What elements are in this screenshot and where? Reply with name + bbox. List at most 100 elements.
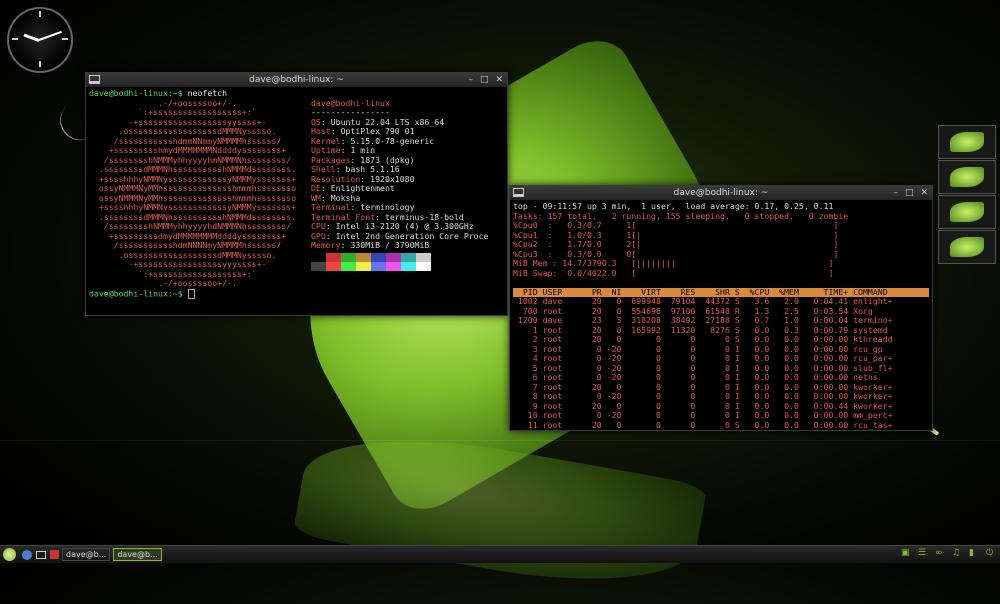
info-value: bash 5.1.16	[345, 164, 400, 174]
process-row[interactable]: 11 root 20 0 0 0 0 S 0.0 0.0 0:00.00 rcu…	[513, 420, 929, 431]
terminal-window-top[interactable]: dave@bodhi-linux: ~ – □ ✕ top - 09:11:57…	[509, 185, 933, 431]
taskbar-item-label: dave@b...	[66, 550, 107, 559]
desktop-pager-2[interactable]	[938, 160, 996, 194]
info-key: WM	[311, 192, 321, 203]
info-colon: :	[320, 116, 331, 127]
clock-tick	[39, 61, 41, 67]
color-swatch	[416, 252, 431, 262]
window-title: dave@bodhi-linux: ~	[249, 75, 344, 85]
info-value: Enlightenment	[330, 183, 395, 193]
terminal-window-neofetch[interactable]: dave@bodhi-linux: ~ – □ ✕ dave@bodhi-lin…	[85, 72, 508, 316]
desktop-pager-1[interactable]	[938, 125, 996, 159]
color-swatch	[341, 261, 356, 271]
terminal-content[interactable]: dave@bodhi-linux:~$ neofetch .-/+oosssso…	[86, 87, 507, 301]
close-icon[interactable]: ✕	[920, 186, 928, 200]
desktop-thumbnail	[950, 132, 984, 152]
info-user-host: dave@bodhi-linux	[311, 97, 390, 108]
taskbar-item-window[interactable]: dave@b...	[113, 548, 162, 561]
info-key: Terminal	[311, 202, 351, 212]
terminal-icon	[513, 188, 524, 197]
info-key: Terminal Font	[311, 211, 376, 222]
info-key: Host	[311, 126, 331, 136]
info-value: terminus-18-bold	[384, 211, 464, 222]
clock-hour-hand	[23, 33, 40, 42]
taskbar-item-label: dave@b...	[117, 550, 158, 559]
info-value: terminology	[360, 202, 415, 212]
color-swatch	[401, 261, 416, 271]
bodhi-menu-icon[interactable]	[3, 548, 16, 561]
color-swatch	[356, 252, 371, 262]
browser-icon[interactable]	[22, 549, 32, 560]
color-swatch	[356, 261, 371, 271]
info-value: Intel i3-2120 (4) @ 3.300GHz	[335, 221, 474, 231]
info-colon: :	[325, 230, 336, 241]
maximize-icon[interactable]: □	[480, 73, 489, 87]
terminal-launcher-icon[interactable]	[36, 550, 46, 559]
color-swatch	[386, 261, 401, 271]
info-value: Ubuntu 22.04 LTS x86_64	[330, 116, 445, 127]
info-key: Memory	[311, 240, 341, 250]
color-swatch	[371, 261, 386, 271]
window-title: dave@bodhi-linux: ~	[673, 188, 769, 198]
info-colon: :	[360, 173, 371, 184]
desktop-pager-4[interactable]	[938, 230, 996, 264]
taskbar-item-window[interactable]: dave@b...	[62, 548, 111, 561]
color-swatch	[311, 252, 326, 262]
desktop-thumbnail	[950, 237, 984, 257]
color-swatch	[311, 261, 326, 271]
color-swatch	[326, 261, 341, 271]
clock-gadget[interactable]	[7, 7, 73, 73]
info-list: OS: Ubuntu 22.04 LTS x86_64 Host: OptiPle…	[311, 116, 501, 251]
info-colon: :	[320, 192, 331, 203]
battery-icon[interactable]: ▮	[969, 548, 979, 558]
color-palette	[311, 252, 501, 271]
desktop-thumbnail	[950, 202, 984, 222]
maximize-icon[interactable]: □	[905, 186, 914, 200]
color-swatch	[341, 252, 356, 262]
app-launcher-icon[interactable]	[50, 550, 59, 559]
info-colon: :	[340, 145, 351, 155]
info-value: 1873 (dpkg)	[360, 154, 415, 165]
volume-icon[interactable]: ♫	[952, 548, 962, 558]
info-value: 330MiB / 3790MiB	[350, 240, 430, 250]
info-colon: :	[375, 211, 385, 222]
network-icon[interactable]: ☰	[918, 548, 928, 558]
desktop-thumbnail	[950, 167, 984, 187]
info-key: Kernel	[311, 135, 341, 146]
terminal-icon	[89, 75, 100, 84]
text-cursor	[187, 288, 195, 299]
info-colon: :	[350, 154, 361, 165]
window-titlebar[interactable]: dave@bodhi-linux: ~ – □ ✕	[510, 186, 932, 200]
display-icon[interactable]: ▣	[901, 548, 911, 558]
info-key: Resolution	[311, 173, 361, 184]
desktop-pager-3[interactable]	[938, 195, 996, 229]
info-value: Moksha	[330, 192, 361, 203]
color-swatch	[371, 252, 386, 262]
info-colon: :	[330, 126, 341, 136]
info-key: Shell	[311, 164, 336, 174]
info-colon: :	[350, 202, 361, 212]
system-info: dave@bodhi-linux ---------------- OS: Ub…	[311, 97, 501, 289]
color-swatch	[326, 252, 341, 262]
info-value: 1 min	[350, 145, 376, 155]
window-titlebar[interactable]: dave@bodhi-linux: ~ – □ ✕	[86, 73, 507, 87]
taskbar: dave@b... dave@b... ▣ ☰ ∞ ♫ ▮ ⏻	[0, 545, 1000, 563]
attachment-icon[interactable]: ∞	[935, 548, 945, 558]
color-swatch	[416, 261, 431, 271]
info-value: 5.15.0-78-generic	[350, 135, 435, 146]
close-icon[interactable]: ✕	[495, 73, 503, 87]
minimize-icon[interactable]: –	[468, 73, 473, 87]
info-key: Uptime	[311, 145, 341, 155]
info-value: 1920x1080	[370, 173, 415, 184]
info-key: OS	[311, 116, 321, 127]
color-swatch	[401, 252, 416, 262]
power-icon[interactable]: ⏻	[986, 548, 996, 558]
system-tray: ▣ ☰ ∞ ♫ ▮ ⏻	[901, 548, 996, 558]
terminal-content[interactable]: top - 09:11:57 up 3 min, 1 user, load av…	[510, 200, 932, 432]
process-table[interactable]: 1002 dave 20 0 699948 79104 44372 S 3.6 …	[513, 296, 929, 431]
clock-tick	[12, 38, 18, 40]
info-key: DE	[311, 183, 321, 193]
minimize-icon[interactable]: –	[893, 186, 898, 200]
clock-tick	[39, 11, 41, 17]
info-value: OptiPlex 790 01	[340, 126, 415, 136]
